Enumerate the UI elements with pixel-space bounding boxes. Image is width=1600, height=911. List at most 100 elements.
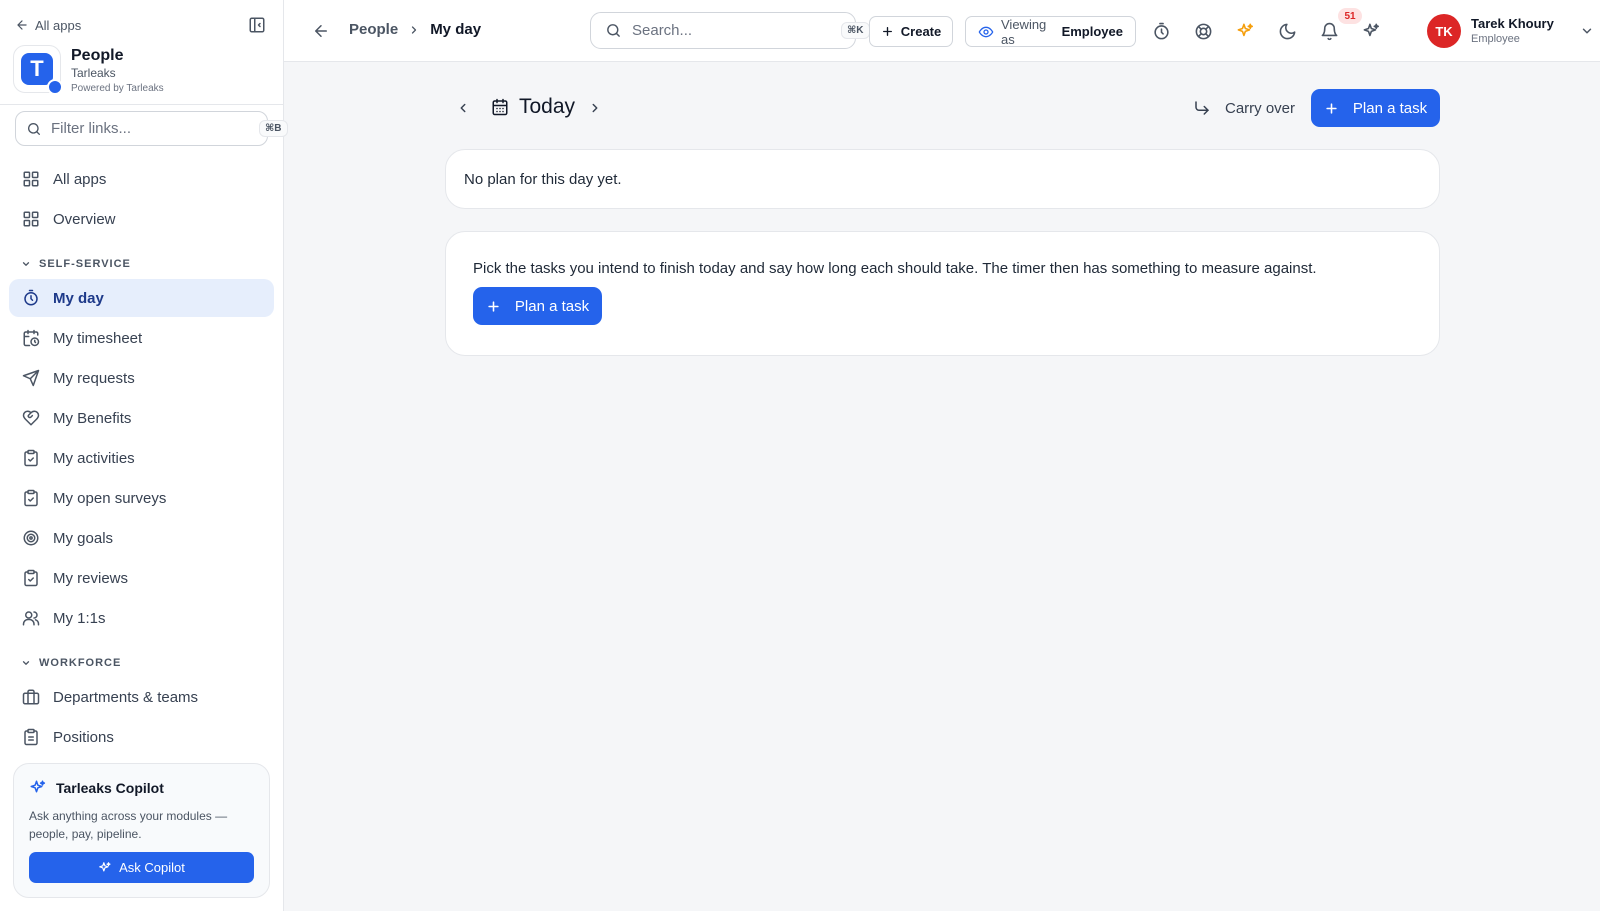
ask-copilot-button[interactable]: Ask Copilot [29, 852, 254, 883]
org-subtitle: Tarleaks [71, 66, 116, 80]
sidebar-item-my-reviews[interactable]: My reviews [9, 559, 274, 597]
sidebar-item-my-activities[interactable]: My activities [9, 439, 274, 477]
moon-icon [1278, 22, 1297, 41]
sparkles-icon [1362, 22, 1381, 41]
building-icon [21, 687, 41, 707]
breadcrumb-parent[interactable]: People [349, 21, 398, 38]
sparkles-icon [29, 779, 47, 797]
sidebar-item-label: My requests [53, 369, 135, 387]
back-button[interactable] [310, 20, 332, 42]
create-button[interactable]: Create [869, 16, 953, 47]
notifications-button[interactable] [1317, 19, 1341, 43]
filter-shortcut-badge: ⌘B [259, 120, 288, 137]
arrow-left-icon [15, 18, 29, 32]
top-bar: People My day ⌘K Create Viewing as Emplo… [284, 0, 1600, 62]
arrow-left-icon [312, 22, 330, 40]
grid-icon [21, 169, 41, 189]
next-day-button[interactable] [584, 97, 606, 119]
sidebar-item-overview[interactable]: Overview [9, 200, 274, 238]
chevron-right-icon [408, 24, 420, 36]
chevron-right-icon [588, 101, 602, 115]
plan-info-text: Pick the tasks you intend to finish toda… [473, 260, 1317, 277]
calendar-clock-icon [21, 328, 41, 348]
org-logo: T [13, 45, 63, 95]
sidebar-item-label: My 1:1s [53, 609, 106, 627]
clipboard-check-icon [21, 488, 41, 508]
day-label: Today [519, 95, 576, 118]
plan-task-button[interactable]: Plan a task [1311, 89, 1440, 127]
create-label: Create [900, 24, 942, 39]
sidebar-divider [0, 104, 283, 105]
ask-copilot-label: Ask Copilot [119, 860, 185, 875]
empty-plan-card: No plan for this day yet. [445, 149, 1440, 209]
copilot-description: Ask anything across your modules — peopl… [29, 809, 228, 841]
sidebar-item-my-day[interactable]: My day [9, 279, 274, 317]
clipboard-check-icon [21, 568, 41, 588]
breadcrumb: People My day [349, 21, 481, 38]
section-header-self-service[interactable]: SELF-SERVICE [21, 256, 131, 272]
copilot-title-row: Tarleaks Copilot [29, 779, 254, 797]
plan-task-card-label: Plan a task [514, 297, 590, 315]
filter-links-input[interactable] [51, 120, 250, 137]
sidebar-item-my-goals[interactable]: My goals [9, 519, 274, 557]
sidebar: All apps T People Tarleaks Powered by Ta… [0, 0, 288, 911]
user-menu[interactable]: TK Tarek Khoury Employee [1427, 14, 1594, 48]
carry-over-label: Carry over [1225, 99, 1296, 117]
timer-icon [21, 288, 41, 308]
section-title: SELF-SERVICE [39, 258, 131, 270]
search-input[interactable] [632, 22, 831, 39]
life-buoy-icon [1194, 22, 1213, 41]
chevron-down-icon [21, 259, 31, 269]
plus-icon [1324, 101, 1339, 116]
target-icon [21, 528, 41, 548]
timer-icon [1152, 22, 1171, 41]
heart-handshake-icon [21, 408, 41, 428]
sidebar-item-my-open-surveys[interactable]: My open surveys [9, 479, 274, 517]
user-role: Employee [1471, 33, 1520, 45]
section-header-workforce[interactable]: WORKFORCE [21, 655, 121, 671]
eye-icon [978, 24, 994, 40]
empty-plan-message: No plan for this day yet. [464, 170, 622, 188]
sparkles-icon [98, 861, 112, 875]
plan-task-card-button[interactable]: Plan a task [473, 287, 602, 325]
viewing-as-button[interactable]: Viewing as Employee [965, 16, 1136, 47]
sidebar-item-label: My day [53, 289, 104, 307]
sidebar-item-label: My activities [53, 449, 135, 467]
grid-icon [21, 209, 41, 229]
sidebar-item-label: My timesheet [53, 329, 143, 347]
org-badge-icon [47, 79, 63, 95]
avatar: TK [1427, 14, 1461, 48]
copilot-button[interactable] [1359, 19, 1383, 43]
day-title: Today [491, 95, 575, 119]
ai-sparkle-button[interactable] [1233, 19, 1257, 43]
previous-day-button[interactable] [452, 97, 474, 119]
filter-links-field[interactable]: ⌘B [15, 111, 288, 146]
timer-button[interactable] [1149, 19, 1173, 43]
plus-icon [881, 25, 894, 38]
org-title: People [71, 47, 124, 64]
all-apps-back-link[interactable]: All apps [15, 16, 81, 34]
plan-info-card: Pick the tasks you intend to finish toda… [445, 231, 1440, 356]
sidebar-item-departments-teams[interactable]: Departments & teams [9, 678, 274, 716]
theme-toggle-button[interactable] [1275, 19, 1299, 43]
sidebar-item-my-benefits[interactable]: My Benefits [9, 399, 274, 437]
help-button[interactable] [1191, 19, 1215, 43]
sidebar-item-label: My goals [53, 529, 114, 547]
plus-icon [486, 299, 501, 314]
search-shortcut-badge: ⌘K [841, 22, 870, 39]
plan-task-label: Plan a task [1352, 99, 1428, 117]
sidebar-item-my-one-on-ones[interactable]: My 1:1s [9, 599, 274, 637]
sidebar-item-my-requests[interactable]: My requests [9, 359, 274, 397]
bell-icon [1320, 22, 1339, 41]
sparkles-icon [1236, 22, 1255, 41]
global-search[interactable]: ⌘K [590, 12, 870, 49]
users-icon [21, 608, 41, 628]
copilot-title: Tarleaks Copilot [56, 780, 164, 796]
sidebar-item-label: Positions [53, 728, 114, 746]
send-icon [21, 368, 41, 388]
sidebar-item-my-timesheet[interactable]: My timesheet [9, 319, 274, 357]
carry-over-button[interactable]: Carry over [1193, 97, 1295, 119]
sidebar-collapse-button[interactable] [246, 14, 268, 36]
sidebar-item-all-apps[interactable]: All apps [9, 160, 274, 198]
sidebar-item-positions[interactable]: Positions [9, 718, 274, 756]
